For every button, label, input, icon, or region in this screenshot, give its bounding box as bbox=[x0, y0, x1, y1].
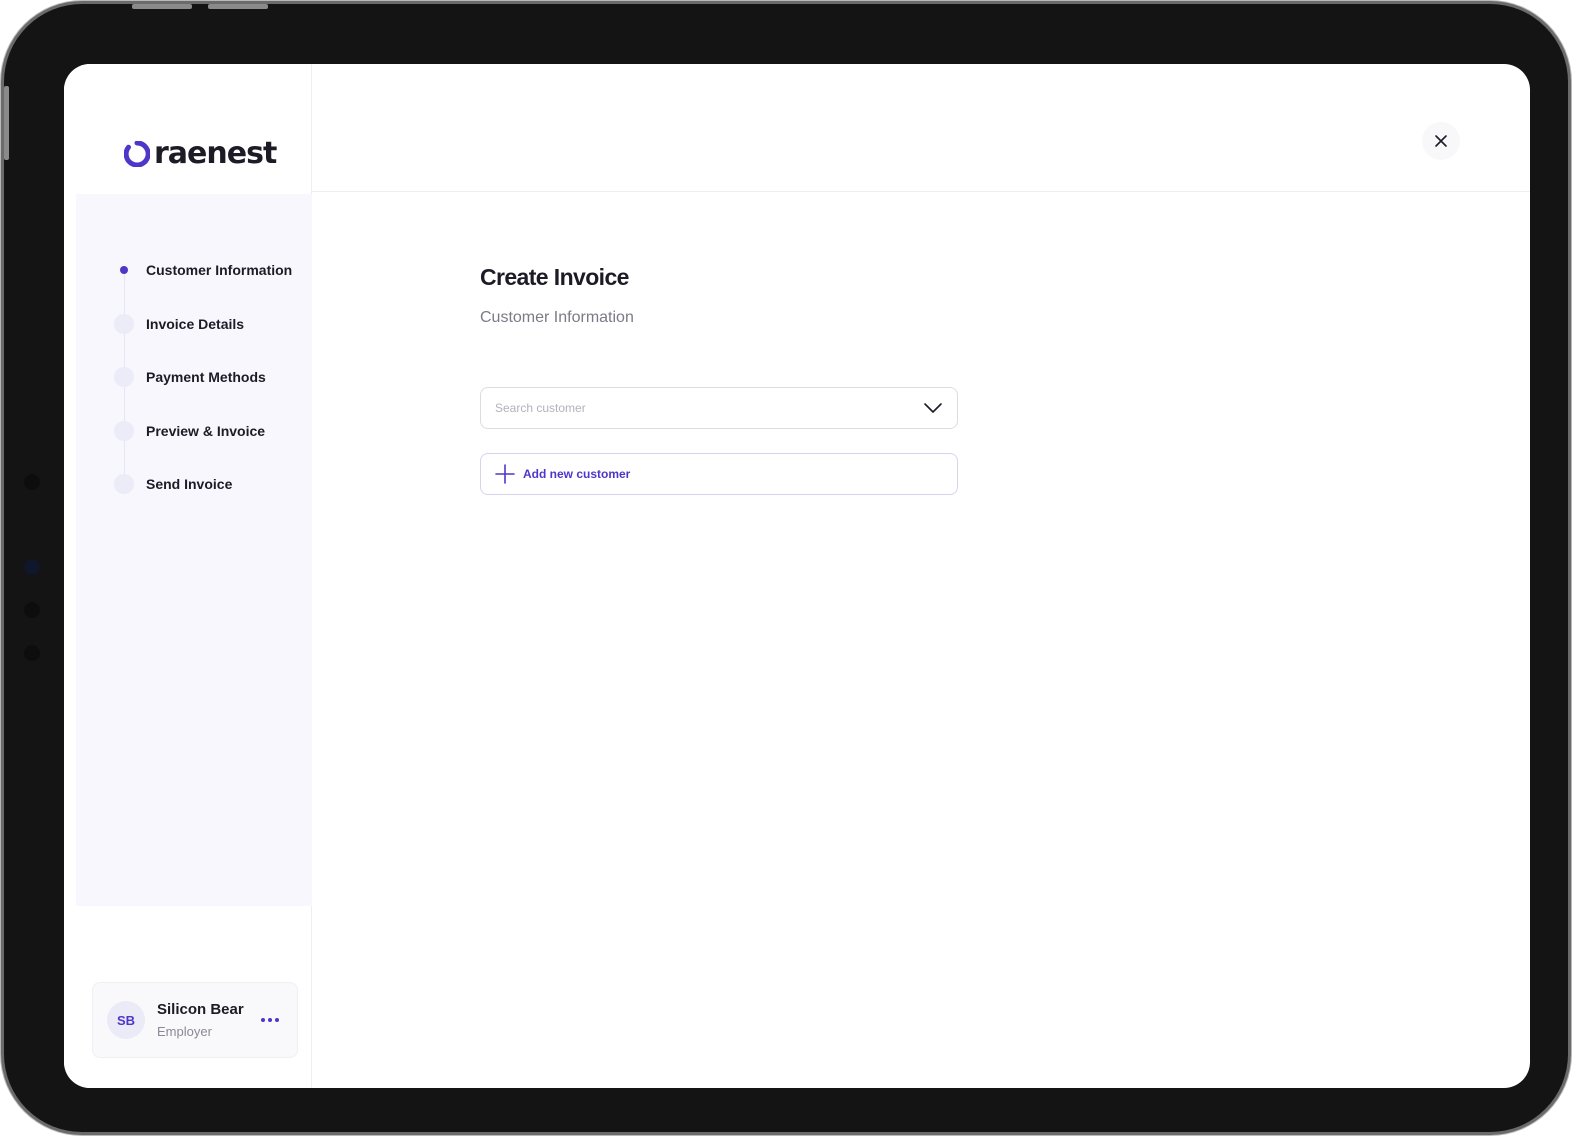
step-label: Preview & Invoice bbox=[146, 423, 266, 439]
step-label: Payment Methods bbox=[146, 369, 266, 385]
step-label: Invoice Details bbox=[146, 316, 245, 332]
step-payment-methods[interactable]: Payment Methods bbox=[114, 367, 266, 387]
user-role: Employer bbox=[157, 1024, 212, 1039]
main-content: Create Invoice Customer Information Add … bbox=[480, 264, 960, 495]
search-customer-input[interactable] bbox=[495, 401, 923, 415]
raenest-logo-icon bbox=[124, 140, 150, 167]
page-title: Create Invoice bbox=[480, 264, 629, 290]
tablet-frame: raenest Customer Information Invoice Det… bbox=[4, 4, 1568, 1132]
step-customer-information[interactable]: Customer Information bbox=[114, 260, 292, 280]
add-new-customer-button[interactable]: Add new customer bbox=[480, 453, 958, 495]
close-icon bbox=[1435, 135, 1447, 147]
brand-logo[interactable]: raenest bbox=[124, 136, 277, 171]
step-label: Customer Information bbox=[146, 262, 293, 278]
user-name: Silicon Bear bbox=[157, 1001, 244, 1018]
step-label: Send Invoice bbox=[146, 476, 233, 492]
steps-panel bbox=[76, 194, 312, 906]
step-send-invoice[interactable]: Send Invoice bbox=[114, 474, 232, 494]
step-indicator bbox=[114, 367, 134, 387]
hardware-button bbox=[208, 4, 268, 9]
hardware-button bbox=[4, 86, 9, 160]
user-info: Silicon Bear Employer bbox=[157, 1001, 257, 1039]
sensor-dot bbox=[24, 602, 40, 618]
step-invoice-details[interactable]: Invoice Details bbox=[114, 314, 244, 334]
sidebar: raenest Customer Information Invoice Det… bbox=[64, 64, 312, 1088]
chevron-down-icon[interactable] bbox=[923, 402, 943, 414]
app-screen: raenest Customer Information Invoice Det… bbox=[64, 64, 1530, 1088]
page-subtitle: Customer Information bbox=[480, 309, 634, 326]
more-options-icon[interactable] bbox=[257, 1014, 283, 1026]
sensor-dot bbox=[24, 645, 40, 661]
add-new-customer-label: Add new customer bbox=[523, 467, 631, 481]
step-preview-invoice[interactable]: Preview & Invoice bbox=[114, 421, 265, 441]
sensor-dot bbox=[24, 474, 40, 490]
hardware-button bbox=[132, 4, 192, 9]
step-indicator-active bbox=[114, 260, 134, 280]
step-indicator bbox=[114, 314, 134, 334]
customer-search-select[interactable] bbox=[480, 387, 958, 429]
camera-icon bbox=[24, 559, 40, 575]
plus-icon bbox=[495, 464, 515, 484]
step-indicator bbox=[114, 421, 134, 441]
step-indicator bbox=[114, 474, 134, 494]
top-bar bbox=[312, 64, 1530, 192]
avatar: SB bbox=[107, 1001, 145, 1039]
close-button[interactable] bbox=[1422, 122, 1460, 160]
brand-name: raenest bbox=[154, 136, 277, 171]
user-card[interactable]: SB Silicon Bear Employer bbox=[92, 982, 298, 1058]
